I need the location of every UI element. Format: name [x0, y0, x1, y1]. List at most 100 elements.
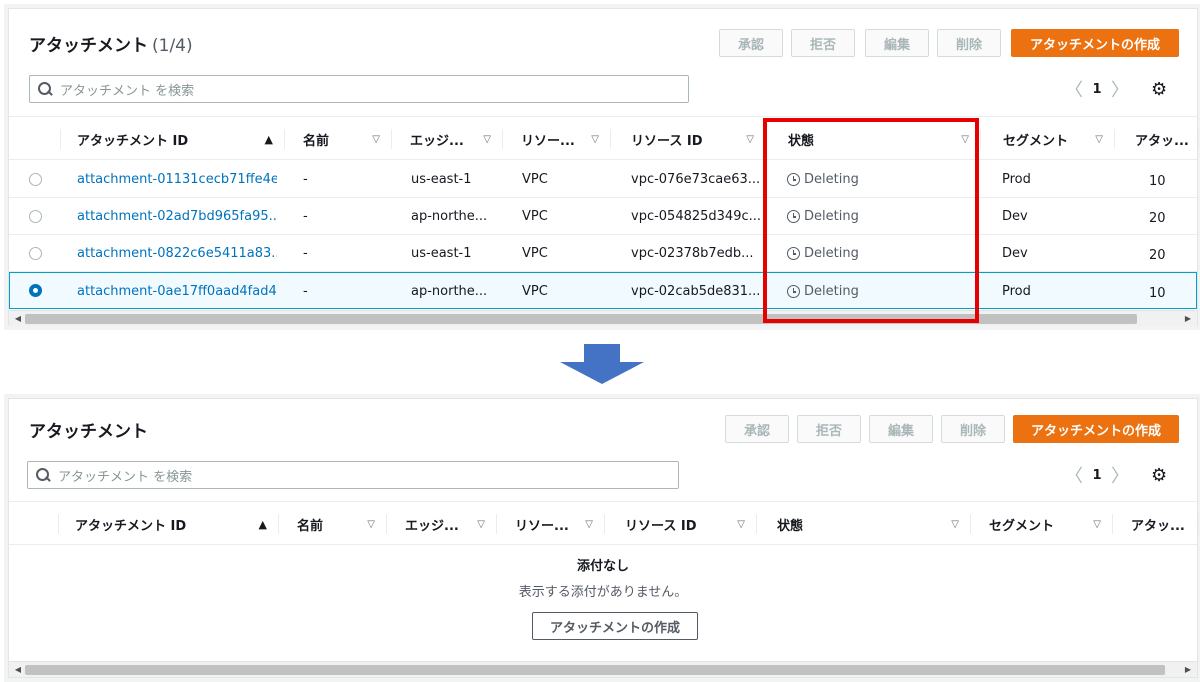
- delete-button[interactable]: 削除: [937, 29, 1001, 57]
- state-cell: Deleting: [787, 161, 967, 198]
- table-row[interactable]: attachment-01131cecb71ffe4ea - us-east-1…: [9, 161, 1197, 198]
- table-row[interactable]: attachment-0822c6e5411a83... - us-east-1…: [9, 235, 1197, 272]
- row-radio[interactable]: [29, 247, 42, 260]
- selection-count: (1/4): [152, 36, 193, 56]
- sort-icon[interactable]: ▽: [585, 519, 593, 530]
- search-input[interactable]: アタッチメント を検索: [27, 461, 679, 489]
- attachment-id-link[interactable]: attachment-0ae17ff0aad4fad47: [77, 273, 277, 310]
- resource-id-cell: vpc-076e73cae63...: [631, 172, 761, 187]
- search-input[interactable]: アタッチメント を検索: [29, 75, 689, 103]
- approve-button[interactable]: 承認: [719, 29, 783, 57]
- column-label: リソー...: [521, 133, 575, 149]
- attach-cell: 10: [1149, 174, 1166, 189]
- sort-icon[interactable]: ▽: [477, 519, 485, 530]
- column-segment[interactable]: セグメント ▽: [981, 117, 1115, 161]
- gear-icon[interactable]: ⚙: [1151, 79, 1167, 100]
- row-radio[interactable]: [29, 210, 42, 223]
- column-attachment-id[interactable]: アタッチメント ID ▲: [59, 502, 279, 546]
- create-attachment-button[interactable]: アタッチメントの作成: [1011, 29, 1179, 57]
- page-number[interactable]: 1: [1087, 468, 1107, 483]
- column-attachment-id[interactable]: アタッチメント ID ▲: [61, 117, 285, 161]
- column-resource[interactable]: リソー... ▽: [497, 502, 605, 546]
- sort-icon[interactable]: ▽: [1095, 134, 1103, 145]
- column-attach[interactable]: アタッ...: [1113, 502, 1199, 546]
- horizontal-scrollbar[interactable]: ◀ ▶: [9, 310, 1197, 326]
- select-column-header: [9, 117, 61, 161]
- panel-header: アタッチメント 承認 拒否 編集 削除 アタッチメントの作成: [9, 399, 1197, 459]
- scrollbar-thumb[interactable]: [25, 314, 1137, 324]
- edge-cell: ap-northe...: [411, 209, 488, 224]
- resource-cell: VPC: [522, 284, 548, 299]
- state-cell: Deleting: [787, 198, 967, 235]
- sort-ascending-icon[interactable]: ▲: [259, 518, 267, 531]
- edit-button[interactable]: 編集: [865, 29, 929, 57]
- resource-id-cell: vpc-02378b7edb...: [631, 246, 754, 261]
- sort-icon[interactable]: ▽: [367, 519, 375, 530]
- column-resource-id[interactable]: リソース ID ▽: [605, 502, 757, 546]
- sort-icon[interactable]: ▽: [1093, 519, 1101, 530]
- sort-icon[interactable]: ▽: [951, 519, 959, 530]
- prev-page-button[interactable]: 〈: [1061, 76, 1087, 102]
- segment-cell: Prod: [1002, 284, 1031, 299]
- column-resource-id[interactable]: リソース ID ▽: [611, 117, 766, 161]
- reject-button[interactable]: 拒否: [791, 29, 855, 57]
- attachment-id-link[interactable]: attachment-02ad7bd965fa95...: [77, 198, 277, 235]
- attach-cell: 10: [1149, 286, 1166, 301]
- panel-header: アタッチメント (1/4) 承認 拒否 編集 削除 アタッチメントの作成: [9, 9, 1197, 69]
- search-icon: [38, 82, 52, 96]
- edit-button[interactable]: 編集: [869, 415, 933, 443]
- pagination: 〈 1 〉 ⚙: [1061, 461, 1167, 489]
- pagination: 〈 1 〉 ⚙: [1061, 75, 1167, 103]
- segment-cell: Dev: [1002, 246, 1028, 261]
- scroll-right-icon[interactable]: ▶: [1181, 663, 1195, 677]
- table-header: アタッチメント ID ▲ 名前 ▽ エッジ... ▽ リソー... ▽ リソース ID ▽…: [9, 501, 1199, 546]
- column-edge[interactable]: エッジ... ▽: [387, 502, 497, 546]
- create-attachment-button[interactable]: アタッチメントの作成: [1013, 415, 1179, 443]
- column-state[interactable]: 状態 ▽: [757, 502, 971, 546]
- prev-page-button[interactable]: 〈: [1061, 462, 1087, 488]
- table-row-selected[interactable]: attachment-0ae17ff0aad4fad47 - ap-northe…: [9, 272, 1197, 309]
- scroll-left-icon[interactable]: ◀: [11, 663, 25, 677]
- column-name[interactable]: 名前 ▽: [285, 117, 392, 161]
- next-page-button[interactable]: 〉: [1107, 76, 1133, 102]
- row-radio-selected[interactable]: [29, 284, 42, 297]
- column-edge[interactable]: エッジ... ▽: [392, 117, 503, 161]
- attachment-id-link[interactable]: attachment-0822c6e5411a83...: [77, 235, 277, 272]
- gear-icon[interactable]: ⚙: [1151, 465, 1167, 486]
- approve-button[interactable]: 承認: [725, 415, 789, 443]
- column-name[interactable]: 名前 ▽: [279, 502, 387, 546]
- column-label: リソース ID: [625, 518, 697, 534]
- title-text: アタッチメント: [29, 36, 148, 56]
- scroll-right-icon[interactable]: ▶: [1181, 312, 1195, 326]
- attach-cell: 20: [1149, 248, 1166, 263]
- column-state[interactable]: 状態 ▽: [766, 117, 981, 161]
- column-label: アタッチメント ID: [77, 133, 189, 149]
- row-radio[interactable]: [29, 173, 42, 186]
- table-row[interactable]: attachment-02ad7bd965fa95... - ap-northe…: [9, 198, 1197, 235]
- sort-icon[interactable]: ▽: [483, 134, 491, 145]
- sort-icon[interactable]: ▽: [372, 134, 380, 145]
- column-label: 名前: [303, 133, 330, 149]
- delete-button[interactable]: 削除: [941, 415, 1005, 443]
- column-segment[interactable]: セグメント ▽: [971, 502, 1113, 546]
- sort-icon[interactable]: ▽: [746, 134, 754, 145]
- reject-button[interactable]: 拒否: [797, 415, 861, 443]
- sort-icon[interactable]: ▽: [591, 134, 599, 145]
- column-label: リソース ID: [631, 133, 703, 149]
- resource-cell: VPC: [522, 246, 548, 261]
- horizontal-scrollbar[interactable]: ◀ ▶: [9, 661, 1197, 677]
- create-attachment-button-empty[interactable]: アタッチメントの作成: [532, 612, 698, 640]
- page-number[interactable]: 1: [1087, 82, 1107, 97]
- sort-ascending-icon[interactable]: ▲: [265, 133, 273, 146]
- clock-icon: [787, 210, 800, 223]
- search-icon: [36, 468, 50, 482]
- column-resource[interactable]: リソー... ▽: [503, 117, 611, 161]
- attachment-id-link[interactable]: attachment-01131cecb71ffe4ea: [77, 161, 277, 198]
- next-page-button[interactable]: 〉: [1107, 462, 1133, 488]
- sort-icon[interactable]: ▽: [737, 519, 745, 530]
- attachments-panel-bottom: アタッチメント 承認 拒否 編集 削除 アタッチメントの作成 アタッチメント を…: [8, 398, 1199, 678]
- sort-icon[interactable]: ▽: [961, 134, 969, 145]
- scroll-left-icon[interactable]: ◀: [11, 312, 25, 326]
- scrollbar-thumb[interactable]: [25, 665, 1165, 675]
- column-attach[interactable]: アタッ...: [1115, 117, 1199, 161]
